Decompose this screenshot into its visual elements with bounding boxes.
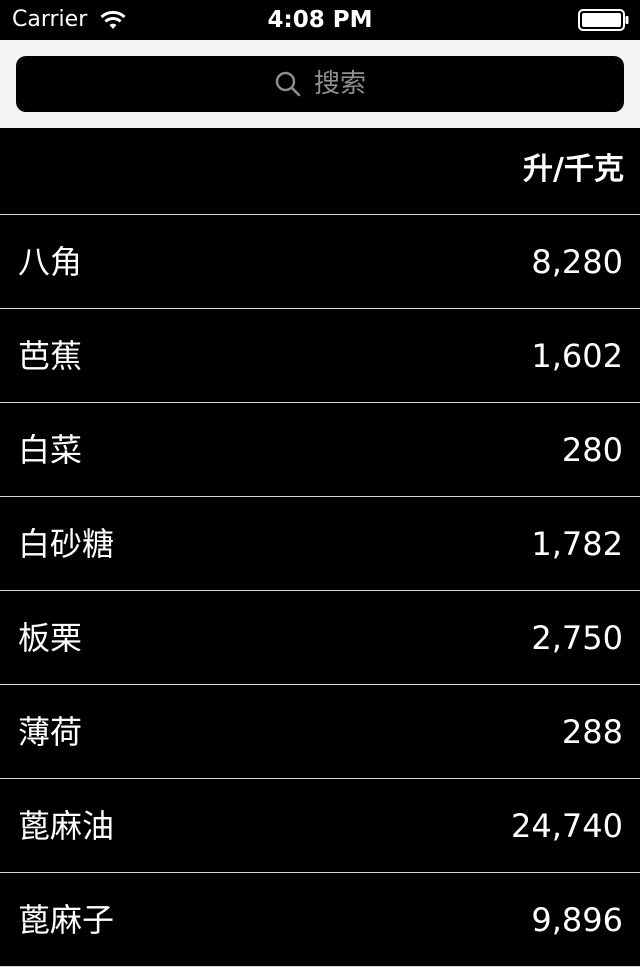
row-name: 芭蕉 bbox=[18, 337, 83, 375]
row-name: 蓖麻子 bbox=[18, 901, 115, 939]
row-value: 8,280 bbox=[531, 243, 623, 281]
row-value: 9,896 bbox=[531, 901, 623, 939]
item-table: 八角 8,280 芭蕉 1,602 白菜 280 白砂糖 1,782 板栗 2,… bbox=[0, 215, 640, 967]
search-placeholder: 搜索 bbox=[313, 69, 366, 99]
battery-icon bbox=[578, 9, 629, 31]
row-name: 白砂糖 bbox=[18, 525, 115, 563]
row-value: 24,740 bbox=[511, 807, 623, 845]
row-name: 白菜 bbox=[18, 431, 83, 469]
row-value: 2,750 bbox=[531, 619, 623, 657]
row-name: 蓖麻油 bbox=[18, 807, 115, 845]
table-row[interactable]: 蓖麻油 24,740 bbox=[0, 779, 640, 873]
row-value: 280 bbox=[561, 431, 623, 469]
table-row[interactable]: 蓖麻子 9,896 bbox=[0, 873, 640, 967]
row-name: 薄荷 bbox=[18, 713, 83, 751]
search-bar: 搜索 bbox=[0, 40, 640, 128]
search-icon bbox=[275, 71, 301, 97]
row-name: 八角 bbox=[18, 243, 83, 281]
search-input[interactable]: 搜索 bbox=[16, 56, 624, 112]
row-value: 1,602 bbox=[531, 337, 623, 375]
table-row[interactable]: 芭蕉 1,602 bbox=[0, 309, 640, 403]
table-header: 升/千克 bbox=[0, 128, 640, 215]
row-name: 板栗 bbox=[18, 619, 83, 657]
row-value: 1,782 bbox=[531, 525, 623, 563]
table-row[interactable]: 白砂糖 1,782 bbox=[0, 497, 640, 591]
status-time: 4:08 PM bbox=[267, 7, 373, 33]
table-row[interactable]: 八角 8,280 bbox=[0, 215, 640, 309]
row-value: 288 bbox=[561, 713, 623, 751]
status-bar: Carrier 4:08 PM bbox=[0, 0, 640, 40]
table-row[interactable]: 薄荷 288 bbox=[0, 685, 640, 779]
unit-header-label: 升/千克 bbox=[523, 152, 624, 187]
table-row[interactable]: 白菜 280 bbox=[0, 403, 640, 497]
table-row[interactable]: 板栗 2,750 bbox=[0, 591, 640, 685]
